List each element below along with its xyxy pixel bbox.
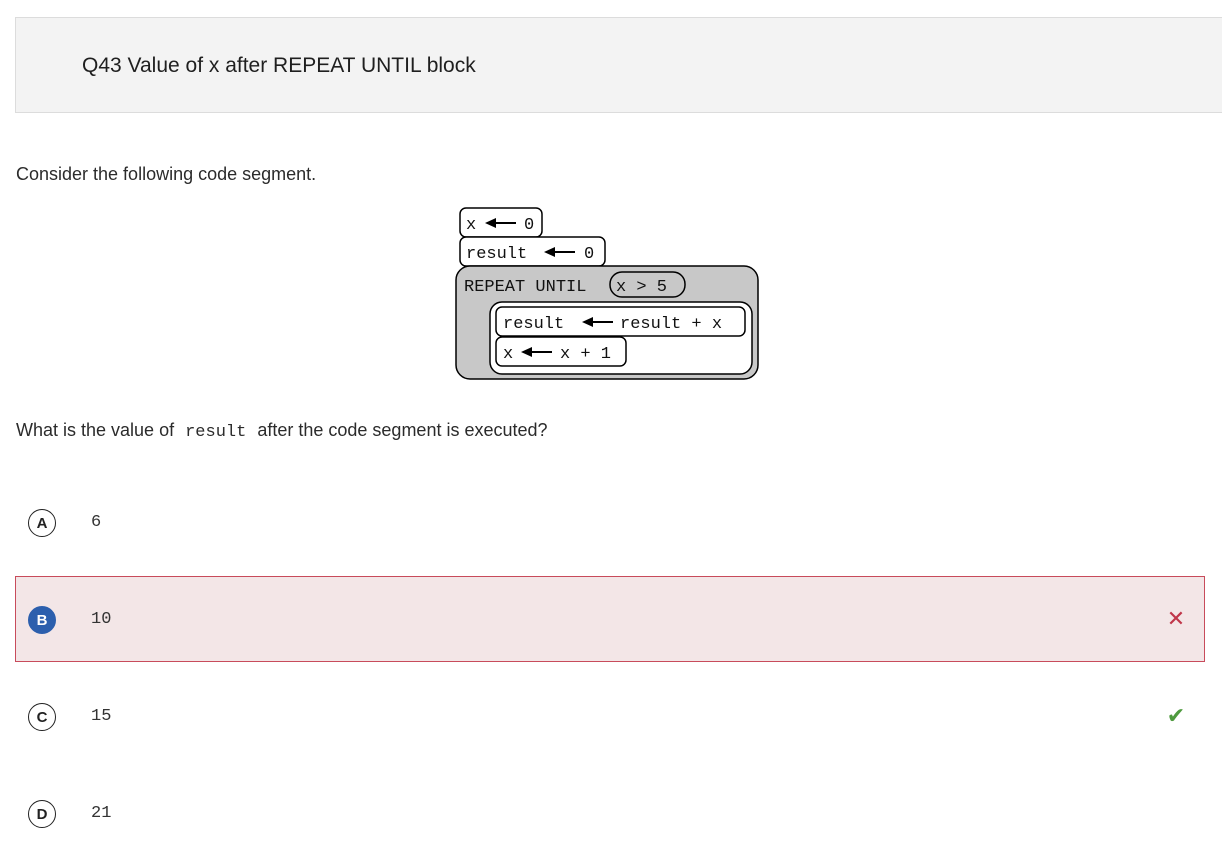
- body-line-1-expr: result + x: [620, 315, 722, 334]
- choice-b[interactable]: B 10 ✕: [15, 576, 1205, 662]
- choice-a-value: 6: [91, 513, 102, 532]
- choice-c[interactable]: C 15 ✔: [15, 673, 1205, 759]
- repeat-condition: x > 5: [616, 278, 667, 297]
- body-line-1-var: result: [503, 315, 564, 334]
- choice-b-letter: B: [28, 606, 56, 634]
- repeat-until-keyword: REPEAT UNTIL: [464, 278, 586, 297]
- question-prompt: Consider the following code segment.: [16, 164, 317, 184]
- code-line-2-var: result: [466, 245, 527, 264]
- code-segment-figure: x 0 result 0 REPEAT UNTIL x > 5 result r…: [452, 205, 764, 385]
- question-code: result: [185, 423, 247, 442]
- choice-a[interactable]: A 6: [15, 479, 1205, 565]
- body-line-2-var: x: [503, 345, 513, 364]
- choice-b-value: 10: [91, 610, 112, 629]
- choice-c-value: 15: [91, 707, 112, 726]
- choice-a-letter: A: [28, 509, 56, 537]
- question-text-before: What is the value of: [16, 420, 175, 440]
- choice-d[interactable]: D 21: [15, 770, 1205, 856]
- question-text-after: after the code segment is executed?: [257, 420, 548, 440]
- question-title: Q43 Value of x after REPEAT UNTIL block: [82, 54, 476, 77]
- choice-d-value: 21: [91, 804, 112, 823]
- choice-c-letter: C: [28, 703, 56, 731]
- code-line-1-var: x: [466, 216, 476, 235]
- code-line-1-value: 0: [524, 216, 534, 235]
- choice-d-letter: D: [28, 800, 56, 828]
- question-header: Q43 Value of x after REPEAT UNTIL block: [15, 17, 1222, 113]
- x-mark-icon: ✕: [1166, 606, 1186, 631]
- check-mark-icon: ✔: [1166, 703, 1186, 728]
- question-text: What is the value of result after the co…: [16, 420, 548, 442]
- body-line-2-expr: x + 1: [560, 345, 611, 364]
- code-line-2-value: 0: [584, 245, 594, 264]
